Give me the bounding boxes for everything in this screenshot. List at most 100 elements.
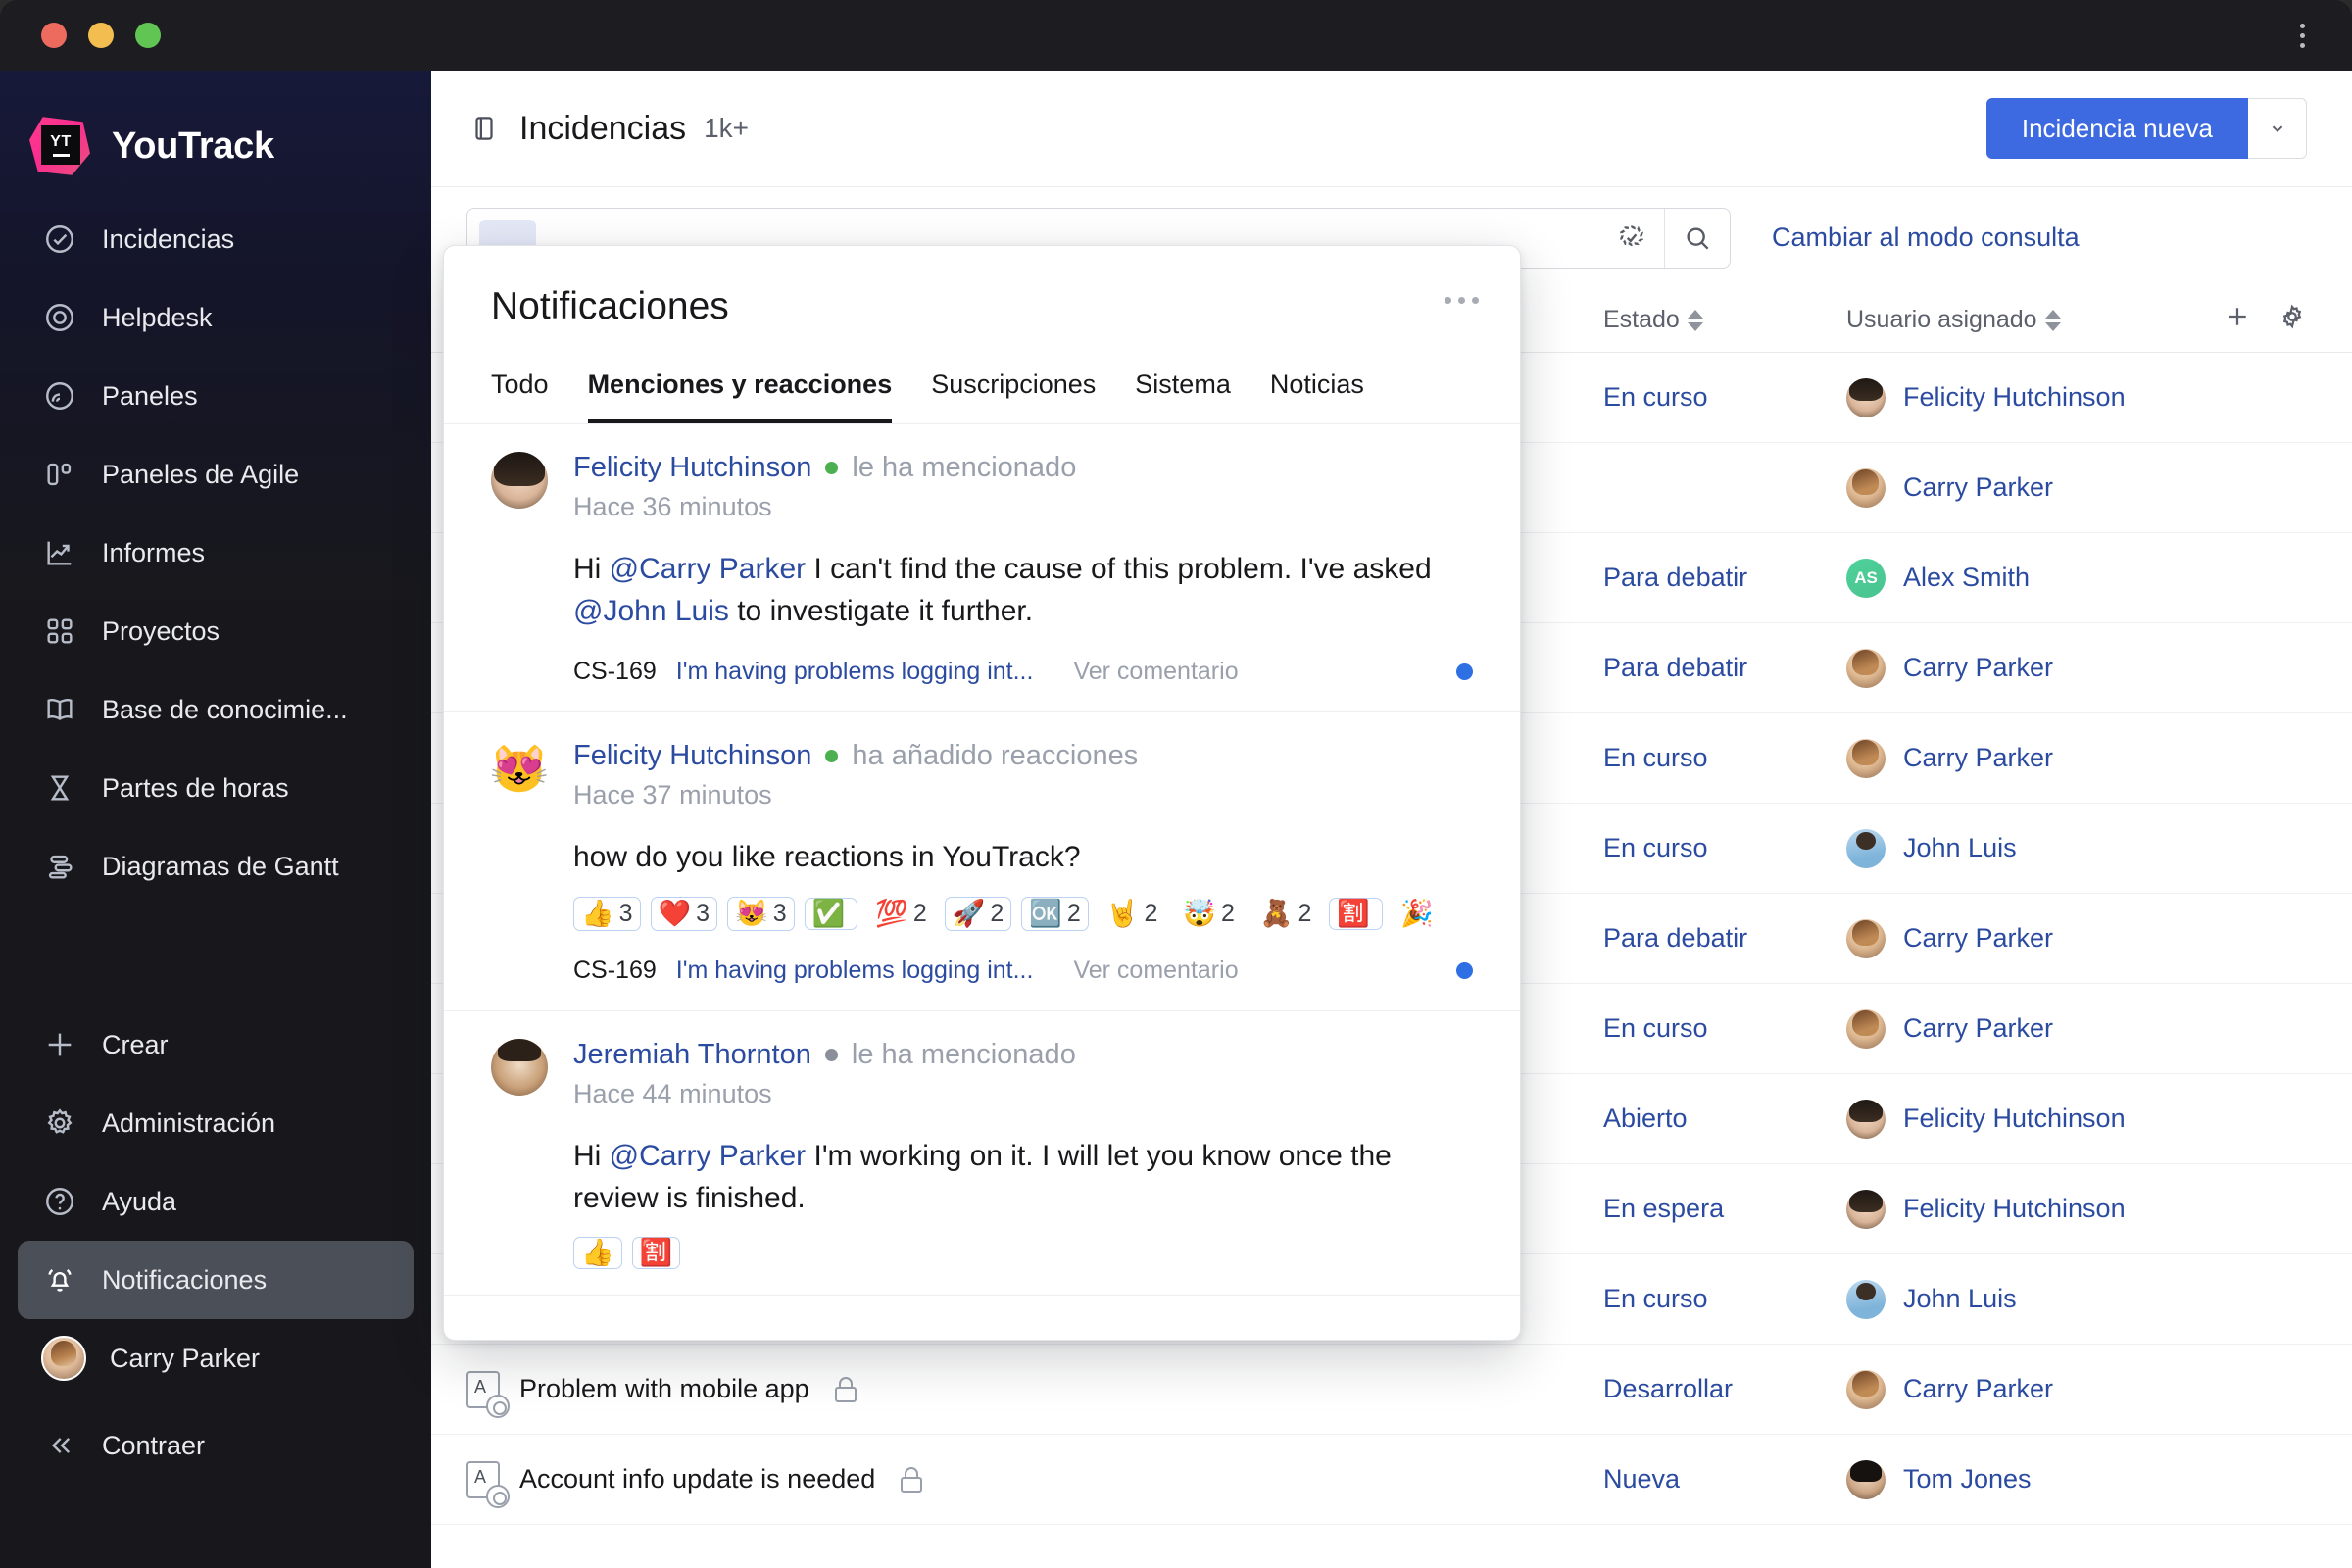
sidebar-item-incidencias[interactable]: Incidencias [18,200,414,278]
column-header-assignee[interactable]: Usuario asignado [1846,306,2189,334]
tab-sistema[interactable]: Sistema [1135,369,1231,423]
tab-noticias[interactable]: Noticias [1270,369,1364,423]
reaction-teddy-bear[interactable]: 🧸 2 [1252,897,1320,931]
issue-summary-link[interactable]: I'm having problems logging int... [676,658,1034,686]
issue-status[interactable]: En espera [1603,1194,1846,1224]
issue-title-cell[interactable]: A Problem with mobile app [466,1370,1603,1418]
issue-status[interactable]: Desarrollar [1603,1374,1846,1404]
issue-status[interactable]: Abierto [1603,1103,1846,1134]
issue-status[interactable]: Nueva [1603,1464,1846,1494]
issue-title-cell[interactable]: A Account info update is needed [466,1460,1603,1508]
table-row[interactable]: A Problem with mobile app Desarrollar Ca… [431,1345,2352,1435]
sidebar-item-crear[interactable]: Crear [18,1005,414,1084]
issue-assignee[interactable]: John Luis [1846,828,2189,868]
issue-status[interactable]: En curso [1603,1013,1846,1044]
reaction-exploding-head[interactable]: 🤯 2 [1175,897,1243,931]
sidebar-item-helpdesk[interactable]: Helpdesk [18,278,414,357]
close-window-button[interactable] [41,23,67,48]
tab-todo[interactable]: Todo [491,369,549,423]
view-comment-link[interactable]: Ver comentario [1073,658,1238,686]
kebab-vertical-icon[interactable] [2285,16,2319,55]
sidebar-item-base-de-conocimiento[interactable]: Base de conocimie... [18,670,414,749]
issue-assignee[interactable]: Carry Parker [1846,467,2189,508]
issue-summary-link[interactable]: I'm having problems logging int... [676,956,1034,985]
brand-logo-area[interactable]: YT YouTrack [0,90,431,184]
sidebar-item-informes[interactable]: Informes [18,514,414,592]
sidebar-item-partes-de-horas[interactable]: Partes de horas [18,749,414,827]
sidebar-item-proyectos[interactable]: Proyectos [18,592,414,670]
reaction-check-mark-button[interactable]: ✅ [804,897,858,930]
issue-key[interactable]: CS-169 [573,956,657,985]
reaction-party-popper[interactable]: 🎉 [1393,898,1446,930]
table-row[interactable]: A Account info update is needed Nueva To… [431,1435,2352,1525]
reaction-ok-button[interactable]: 🆗 2 [1021,896,1089,931]
issue-status[interactable]: Para debatir [1603,653,1846,683]
reaction-tnx-button[interactable]: 🈹 [1329,897,1384,930]
issue-assignee[interactable]: John Luis [1846,1279,2189,1319]
maximize-window-button[interactable] [135,23,161,48]
reaction-tnx-button[interactable]: 🈹 [631,1236,681,1269]
notification-author[interactable]: Felicity Hutchinson [573,740,811,772]
reaction-heart-eyes-cat[interactable]: 😻 3 [727,896,795,931]
issue-status[interactable]: Para debatir [1603,563,1846,593]
unread-indicator[interactable] [1456,961,1473,979]
new-issue-button[interactable]: Incidencia nueva [1985,98,2248,159]
issue-assignee[interactable]: Felicity Hutchinson [1846,377,2189,417]
mention-link[interactable]: @John Luis [573,595,729,627]
notification-item[interactable]: Felicity Hutchinson le ha mencionado Hac… [444,424,1520,713]
minimize-window-button[interactable] [88,23,114,48]
issue-status[interactable]: En curso [1603,382,1846,413]
sidebar-nav: Incidencias Helpdesk Paneles Paneles de … [0,200,431,906]
sidebar-item-label: Ayuda [102,1186,177,1216]
notification-item[interactable]: 😻 Felicity Hutchinson ha añadido reaccio… [444,712,1520,1011]
sidebar-item-ayuda[interactable]: Ayuda [18,1162,414,1241]
search-icon[interactable] [1665,209,1730,268]
reaction-thumbs-up[interactable]: 👍 3 [573,896,641,931]
add-column-icon[interactable] [2223,302,2252,338]
issue-status[interactable]: En curso [1603,1284,1846,1314]
tab-suscripciones[interactable]: Suscripciones [931,369,1096,423]
issue-assignee[interactable]: Carry Parker [1846,648,2189,688]
tab-menciones-y-reacciones[interactable]: Menciones y reacciones [587,369,893,423]
issue-assignee[interactable]: Carry Parker [1846,1369,2189,1409]
reaction-sign-of-the-horns[interactable]: 🤘 2 [1099,897,1166,931]
issue-assignee[interactable]: AS Alex Smith [1846,558,2189,598]
mention-link[interactable]: @Carry Parker [610,553,806,585]
sidebar-item-user-profile[interactable]: Carry Parker [18,1319,414,1397]
sidebar-item-diagramas-de-gantt[interactable]: Diagramas de Gantt [18,827,414,906]
mention-link[interactable]: @Carry Parker [610,1140,806,1172]
sidebar-item-paneles-de-agile[interactable]: Paneles de Agile [18,435,414,514]
issue-assignee[interactable]: Tom Jones [1846,1459,2189,1499]
sidebar-item-paneles[interactable]: Paneles [18,357,414,435]
check-badge-icon[interactable] [1599,209,1664,268]
issue-assignee[interactable]: Carry Parker [1846,738,2189,778]
logo-initials: YT [50,132,72,150]
reaction-thumbs-up[interactable]: 👍 [573,1236,622,1269]
sidebar-collapse-button[interactable]: Contraer [18,1411,414,1480]
ellipsis-icon[interactable] [1445,297,1479,304]
switch-to-query-mode-link[interactable]: Cambiar al modo consulta [1772,222,2080,253]
issue-assignee[interactable]: Carry Parker [1846,1008,2189,1049]
issue-status[interactable]: En curso [1603,743,1846,773]
unread-indicator[interactable] [1456,663,1473,681]
sort-icon[interactable] [2044,308,2061,333]
reaction-red-heart[interactable]: ❤️ 3 [650,896,718,931]
issue-status[interactable]: En curso [1603,833,1846,863]
reaction-hundred-points[interactable]: 💯 2 [867,897,935,931]
issue-key[interactable]: CS-169 [573,658,657,686]
column-header-status[interactable]: Estado [1603,306,1846,334]
view-comment-link[interactable]: Ver comentario [1073,956,1238,985]
notification-author[interactable]: Felicity Hutchinson [573,452,811,484]
reaction-rocket[interactable]: 🚀 2 [944,896,1012,931]
sidebar-item-administracion[interactable]: Administración [18,1084,414,1162]
sidebar-item-notificaciones[interactable]: Notificaciones [18,1241,414,1319]
gear-icon[interactable] [2278,302,2307,338]
notification-author[interactable]: Jeremiah Thornton [573,1039,811,1071]
issue-assignee[interactable]: Felicity Hutchinson [1846,1189,2189,1229]
issue-assignee[interactable]: Felicity Hutchinson [1846,1099,2189,1139]
notification-item[interactable]: Jeremiah Thornton le ha mencionado Hace … [444,1011,1520,1296]
sort-icon[interactable] [1687,308,1703,333]
issue-assignee[interactable]: Carry Parker [1846,918,2189,958]
chevron-down-icon[interactable] [2248,98,2307,159]
issue-status[interactable]: Para debatir [1603,923,1846,954]
